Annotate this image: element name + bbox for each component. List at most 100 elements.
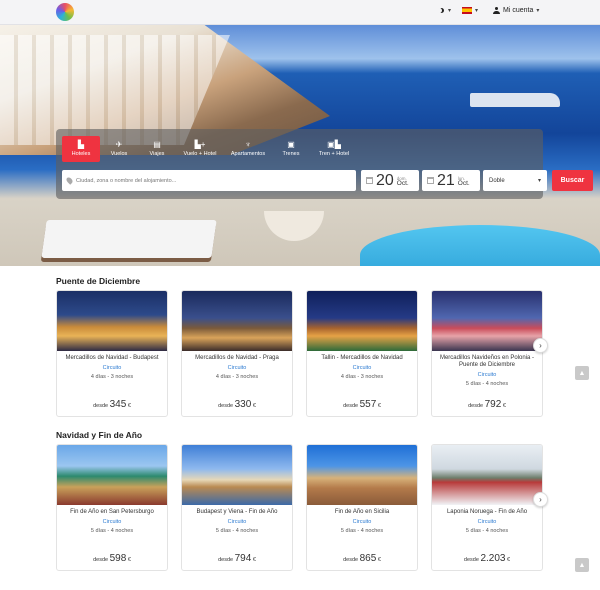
price-amount: 330 [234,399,252,410]
checkout-day: 21 [437,171,455,189]
tab-label: Hoteles [71,151,91,157]
trip-image [307,445,417,505]
trip-image [307,291,417,351]
trip-price: desde 865 € [307,553,417,564]
theme-toggle[interactable]: ▾ [438,7,451,14]
train-icon: ▣ [287,140,295,149]
tab-label: Viajes [149,151,165,157]
trip-duration: 4 días - 3 noches [90,374,134,380]
trip-card[interactable]: Fin de Año en San Petersburgo Circuito 5… [56,444,168,571]
trip-name: Fin de Año en San Petersburgo [70,509,154,515]
price-currency: € [377,403,381,409]
section-title: Puente de Diciembre [56,276,141,286]
trip-image [432,445,542,505]
trip-type[interactable]: Circuito [432,372,542,378]
price-prefix: desde [93,403,109,409]
tab-vuelos[interactable]: ✈ Vuelos [100,136,138,162]
trip-card[interactable]: Mercadillos de Navidad - Budapest Circui… [56,290,168,417]
checkin-month: Oct. [396,179,409,187]
hero-sunbed-decoration [41,220,217,258]
trip-duration: 4 días - 3 noches [340,374,384,380]
price-currency: € [127,557,131,563]
tab-label: Vuelos [110,151,128,157]
chevron-down-icon: ▾ [448,8,452,14]
trip-type[interactable]: Circuito [57,365,167,371]
chevron-down-icon: ▾ [475,8,479,14]
chevron-up-icon: ▲ [578,369,586,377]
tab-label: Trenes [282,151,300,157]
price-amount: 794 [234,553,252,564]
section-title: Navidad y Fin de Año [56,430,143,440]
chevron-down-icon: ▾ [536,8,540,14]
trip-price: desde 345 € [57,399,167,410]
tab-apartamentos[interactable]: ♆ Apartamentos [224,136,272,162]
plane-hotel-icon: ▙+ [194,140,206,149]
account-menu[interactable]: Mi cuenta ▾ [493,7,539,14]
trip-name: Budapest y Viena - Fin de Año [196,509,278,515]
scroll-top-button[interactable]: ▲ [575,558,589,572]
scroll-top-button[interactable]: ▲ [575,366,589,380]
trip-duration: 5 días - 4 noches [90,528,134,534]
trip-type[interactable]: Circuito [432,519,542,525]
trip-card[interactable]: Mercadillos Navideños en Polonia - Puent… [431,290,543,417]
tab-tren-hotel[interactable]: ▣▙ Tren + Hotel [310,136,358,162]
price-prefix: desde [343,557,359,563]
trip-image [182,291,292,351]
trip-duration: 5 días - 4 noches [465,528,509,534]
trip-type[interactable]: Circuito [182,365,292,371]
trip-price: desde 598 € [57,553,167,564]
price-prefix: desde [468,403,484,409]
price-amount: 2.203 [480,553,506,564]
trip-image [432,291,542,351]
hero-ship-decoration [470,93,560,107]
trip-type[interactable]: Circuito [182,519,292,525]
room-type-value: Doble [489,177,505,184]
trip-type[interactable]: Circuito [307,365,417,371]
hero-pool-decoration [360,225,600,266]
tab-label: Apartamentos [230,151,266,157]
search-panel: ▙ Hoteles ✈ Vuelos ▤ Viajes ▙+ Vuelo + H… [56,129,593,199]
carousel-next-button[interactable]: › [533,492,548,507]
trip-type[interactable]: Circuito [307,519,417,525]
price-currency: € [502,403,506,409]
price-prefix: desde [93,557,109,563]
trip-price: desde 557 € [307,399,417,410]
price-amount: 345 [109,399,127,410]
trip-price: desde 330 € [182,399,292,410]
chevron-right-icon: › [539,495,542,504]
checkin-date[interactable]: 20 dom. Oct. [361,170,419,191]
room-type-select[interactable]: Doble ▾ [483,170,547,191]
price-currency: € [507,557,511,563]
chevron-right-icon: › [539,341,542,350]
trip-name: Tallin - Mercadillos de Navidad [321,355,403,361]
destination-input[interactable]: Ciudad, zona o nombre del alojamiento... [62,170,356,191]
price-prefix: desde [218,403,234,409]
checkout-date[interactable]: 21 lun. Oct. [422,170,480,191]
building-icon: ▙ [77,140,85,149]
site-logo[interactable] [56,3,74,21]
trip-name: Mercadillos de Navidad - Budapest [65,355,159,361]
tab-hoteles[interactable]: ▙ Hoteles [62,136,100,162]
price-currency: € [252,403,256,409]
tab-label: Tren + Hotel [318,151,350,157]
trip-card[interactable]: Mercadillos de Navidad - Praga Circuito … [181,290,293,417]
top-bar: ▾ ▾ Mi cuenta ▾ [0,0,600,25]
plane-icon: ✈ [115,140,123,149]
trip-duration: 5 días - 4 noches [215,528,259,534]
trip-card[interactable]: Fin de Año en Sicilia Circuito 5 días - … [306,444,418,571]
carousel-next-button[interactable]: › [533,338,548,353]
trip-price: desde 794 € [182,553,292,564]
chevron-up-icon: ▲ [578,561,586,569]
search-button[interactable]: Buscar [552,170,593,191]
price-amount: 557 [359,399,377,410]
trip-type[interactable]: Circuito [57,519,167,525]
price-amount: 865 [359,553,377,564]
trip-card[interactable]: Tallin - Mercadillos de Navidad Circuito… [306,290,418,417]
tab-trenes[interactable]: ▣ Trenes [272,136,310,162]
trip-card[interactable]: Laponia Noruega - Fin de Año Circuito 5 … [431,444,543,571]
trip-card[interactable]: Budapest y Viena - Fin de Año Circuito 5… [181,444,293,571]
tab-vuelo-hotel[interactable]: ▙+ Vuelo + Hotel [176,136,224,162]
tab-viajes[interactable]: ▤ Viajes [138,136,176,162]
language-selector[interactable]: ▾ [462,7,478,14]
price-amount: 598 [109,553,127,564]
